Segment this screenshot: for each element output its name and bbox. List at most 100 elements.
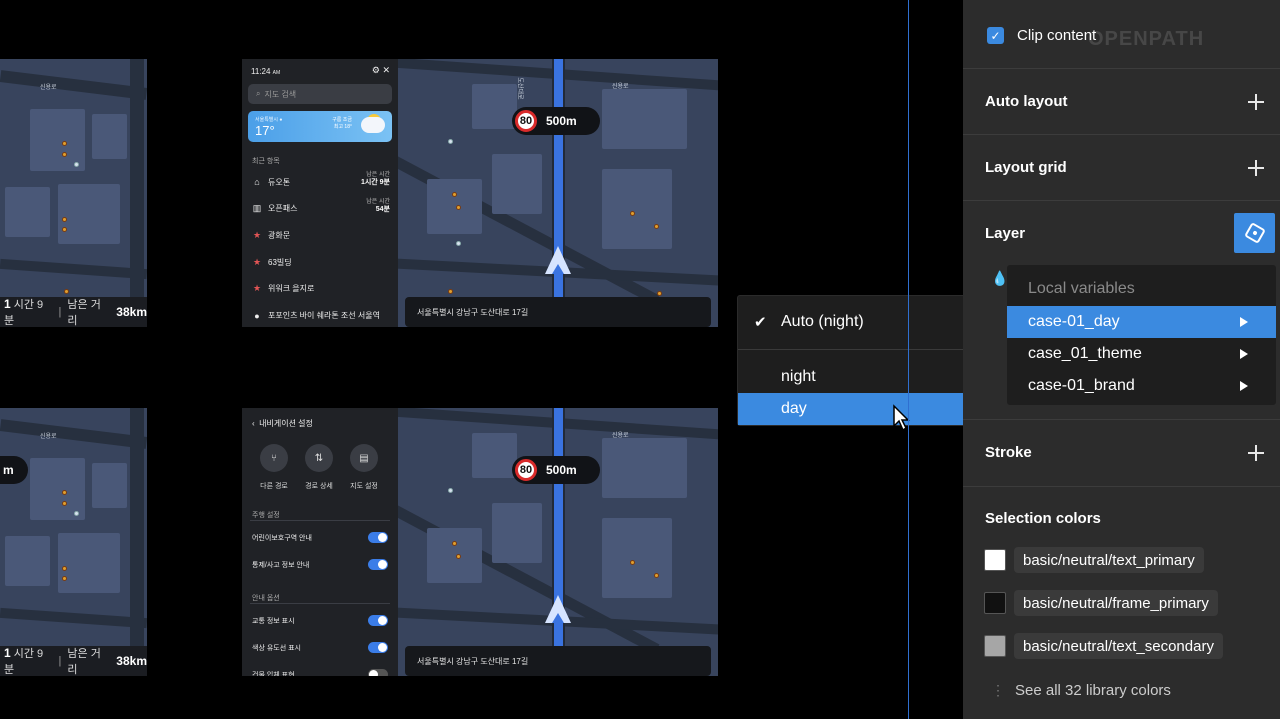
nav-frame-left-top[interactable]: 신용로 1 시간 9분 | 남은 거리 38km (0, 59, 147, 327)
submenu-arrow-icon (1240, 349, 1248, 359)
canvas-frame-edge (908, 0, 909, 719)
add-layout-grid-icon[interactable] (1248, 160, 1264, 176)
recent-item[interactable]: ★ 위워크 을지로 (252, 279, 390, 299)
watermark-logo: OPENPATH (1088, 28, 1205, 50)
submenu-arrow-icon (1240, 381, 1248, 391)
clock: 11:24 AM (251, 67, 281, 76)
color-token[interactable]: basic/neutral/text_primary (1014, 547, 1204, 573)
temperature: 17° (255, 123, 275, 138)
map-road-label: 도산대로 (516, 77, 523, 100)
add-auto-layout-icon[interactable] (1248, 94, 1264, 110)
back-icon[interactable]: ‹ (252, 419, 255, 428)
navigation-arrow-icon (545, 595, 571, 623)
variable-collection-case-01-brand[interactable]: case-01_brand (1007, 370, 1276, 402)
setting-label: 건물 입체 표현 (252, 672, 295, 676)
variable-collection-case-01-day[interactable]: case-01_day (1007, 306, 1276, 338)
opacity-icon: 💧 (991, 270, 1009, 286)
setting-label: 교통 정보 표시 (252, 618, 295, 625)
current-address-bar: 서울특별시 강남구 도산대로 17길 (405, 297, 711, 327)
setting-toggle[interactable] (368, 642, 388, 653)
check-icon: ✔ (754, 314, 767, 331)
setting-toggle[interactable] (368, 669, 388, 676)
apply-variable-mode-button[interactable] (1234, 213, 1275, 253)
search-icon: ⌕ (256, 89, 261, 98)
distance-pill: m (0, 456, 28, 484)
pin-icon: ● (254, 310, 260, 321)
color-swatch[interactable] (984, 635, 1006, 657)
recent-item[interactable]: ⌂ 듀오톤 남은 시간 1시간 9분 (252, 172, 390, 192)
auto-layout-title: Auto layout (985, 93, 1068, 110)
section-guidance: 안내 옵션 (252, 595, 280, 602)
recent-section-title: 최근 항목 (252, 158, 280, 165)
star-icon: ★ (252, 283, 262, 294)
local-variables-menu: Local variables case-01_day case_01_them… (1007, 265, 1276, 405)
map-street-label: 신용로 (612, 84, 629, 90)
route-detail-label: 경로 상세 (305, 483, 333, 490)
recent-item[interactable]: ★ 63빌딩 (252, 252, 390, 272)
next-turn-distance: 500m (546, 114, 577, 128)
color-token[interactable]: basic/neutral/text_secondary (1014, 633, 1223, 659)
building-icon: ▥ (252, 203, 262, 214)
nav-frame-left-bottom[interactable]: 신용로 m 1 시간 9분 | 남은 거리 38km (0, 408, 147, 676)
map-street-label: 신용로 (40, 85, 57, 91)
speed-distance-pill: 80 500m (512, 107, 600, 135)
map-view: 신용로 (0, 408, 147, 676)
weather-card[interactable]: 서울특별시 ● 17° 구름 조금 최고 18° (248, 111, 392, 142)
remaining-time: 남은 시간 1시간 9분 (360, 172, 390, 186)
setting-label: 어린이보호구역 안내 (252, 535, 312, 542)
recent-item-label: 63빌딩 (268, 257, 292, 267)
map-settings-icon[interactable]: ▤ (350, 444, 378, 472)
map-search-input[interactable]: ⌕ 지도 검색 (248, 84, 392, 104)
recent-item[interactable]: ▥ 오픈패스 남은 시간 54분 (252, 199, 390, 219)
recent-item[interactable]: ● 포포인츠 바이 쉐라톤 조선 서울역 (252, 306, 390, 326)
settings-header[interactable]: ‹ 내비게이션 설정 (252, 418, 313, 429)
color-token[interactable]: basic/neutral/frame_primary (1014, 590, 1218, 616)
more-icon: ⋮ (991, 682, 1005, 698)
setting-label: 색상 유도선 표시 (252, 645, 301, 652)
add-stroke-icon[interactable] (1248, 445, 1264, 461)
remaining-distance: 38km (116, 654, 147, 668)
variable-mode-icon (1243, 222, 1266, 244)
map-street-label: 신용로 (612, 433, 629, 439)
variable-collection-case-01-theme[interactable]: case_01_theme (1007, 338, 1276, 370)
alt-route-label: 다른 경로 (260, 483, 288, 490)
search-panel: 11:24 AM ⚙ ✕ ⌕ 지도 검색 서울특별시 ● 17° 구름 조금 최고… (242, 59, 398, 327)
current-address-bar: 서울특별시 강남구 도산대로 17길 (405, 646, 711, 676)
layer-title: Layer (985, 225, 1026, 242)
next-turn-distance: 500m (546, 463, 577, 477)
selection-colors-title: Selection colors (985, 510, 1101, 527)
setting-toggle[interactable] (368, 532, 388, 543)
recent-item[interactable]: ★ 광화문 (252, 225, 390, 245)
color-swatch[interactable] (984, 549, 1006, 571)
trip-info-bar: 1 시간 9분 | 남은 거리 38km (0, 646, 147, 676)
recent-item-label: 위워크 을지로 (268, 284, 315, 294)
map-settings-label: 지도 설정 (350, 483, 378, 490)
recent-item-label: 듀오톤 (268, 177, 291, 187)
star-icon: ★ (252, 256, 262, 267)
stroke-title: Stroke (985, 444, 1032, 461)
nav-frame-main-top[interactable]: 신용로 도산대로 80 500m 서울특별시 강남구 도산대로 17길 11:2… (242, 59, 718, 327)
speed-limit-sign: 80 (515, 110, 537, 132)
home-icon: ⌂ (254, 177, 260, 187)
setting-label: 통제/사고 정보 안내 (252, 562, 310, 569)
map-view: 신용로 (0, 59, 147, 327)
recent-item-label: 광화문 (268, 230, 291, 240)
recent-item-label: 오픈패스 (268, 204, 298, 214)
layout-grid-title: Layout grid (985, 159, 1067, 176)
nav-frame-main-bottom[interactable]: 신용로 80 500m 서울특별시 강남구 도산대로 17길 ‹ 내비게이션 설… (242, 408, 718, 676)
setting-toggle[interactable] (368, 615, 388, 626)
settings-close-icons[interactable]: ⚙ ✕ (372, 65, 390, 76)
navigation-arrow-icon (545, 246, 571, 274)
color-swatch[interactable] (984, 592, 1006, 614)
recent-item-label: 포포인츠 바이 쉐라톤 조선 서울역 (268, 311, 380, 320)
alt-route-icon[interactable]: ⑂ (260, 444, 288, 472)
see-all-colors-link[interactable]: See all 32 library colors (1015, 682, 1171, 699)
clip-content-checkbox[interactable]: ✓ (987, 27, 1004, 44)
setting-toggle[interactable] (368, 559, 388, 570)
speed-distance-pill: 80 500m (512, 456, 600, 484)
submenu-arrow-icon (1240, 317, 1248, 327)
route-detail-icon[interactable]: ⇅ (305, 444, 333, 472)
star-icon: ★ (252, 229, 262, 240)
remaining-distance: 38km (116, 305, 147, 319)
trip-info-bar: 1 시간 9분 | 남은 거리 38km (0, 297, 147, 327)
